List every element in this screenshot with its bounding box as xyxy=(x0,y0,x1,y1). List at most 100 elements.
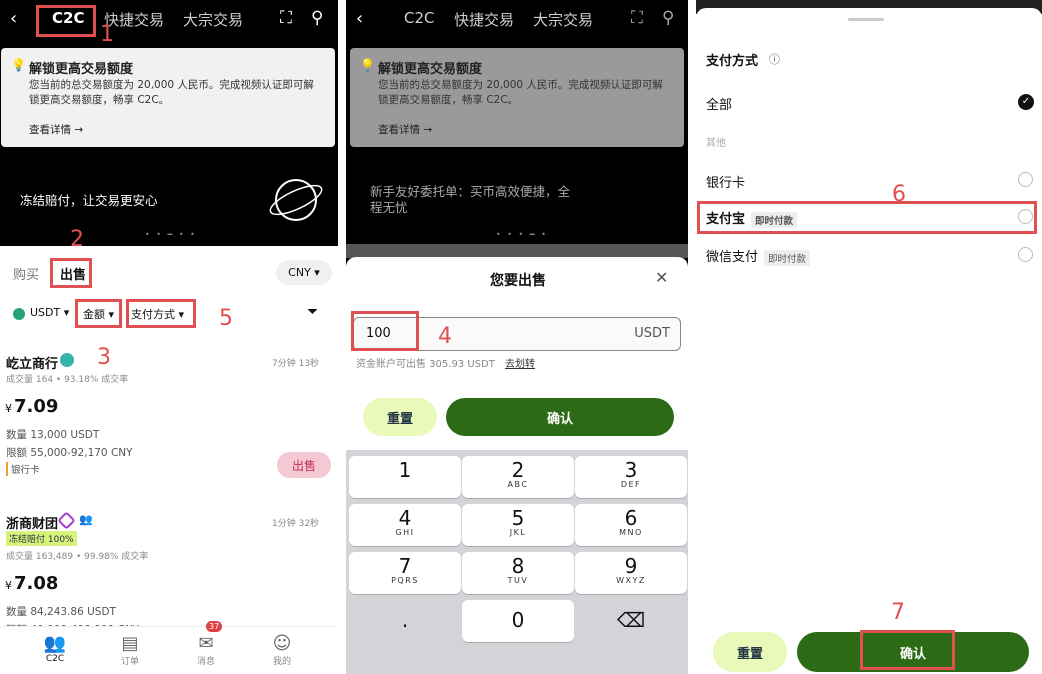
backspace-key[interactable]: ⌫ xyxy=(575,600,687,642)
radio-bank-card[interactable] xyxy=(1018,172,1033,187)
tab-buy[interactable]: 购买 xyxy=(13,264,39,283)
carousel-dots: • • ━ • • xyxy=(145,230,197,239)
highlight-box xyxy=(36,5,96,37)
price-symbol: ¥ xyxy=(5,402,12,415)
coin-filter[interactable]: USDT ▾ xyxy=(30,306,69,319)
people-icon: 👥 xyxy=(43,633,67,654)
search-icon[interactable]: ⚲ xyxy=(662,8,674,28)
nav-c2c[interactable]: 👥 C2C xyxy=(30,633,80,664)
back-icon[interactable]: ‹ xyxy=(356,8,363,29)
merchant-name[interactable]: 屹立商行 xyxy=(6,353,58,372)
divider xyxy=(688,0,696,674)
key-letters: GHI xyxy=(395,528,415,537)
step-number: 7 xyxy=(891,600,905,625)
currency-select[interactable]: CNY ▾ xyxy=(276,260,332,285)
banner-text: 冻结赔付，让交易更安心 xyxy=(20,193,158,208)
freeze-badge: 冻结赔付 100% xyxy=(6,531,77,546)
notice-title: 解锁更高交易额度 xyxy=(378,62,483,77)
key-8[interactable]: 8 TUV xyxy=(462,552,574,594)
drag-handle[interactable] xyxy=(848,18,884,21)
quantity: 数量 84,243.86 USDT xyxy=(6,606,116,618)
key-3[interactable]: 3 DEF xyxy=(575,456,687,498)
numeric-keypad: 1 2 ABC 3 DEF 4 GHI 5 JKL 6 MNO 7 PQRS 8 TUV 9W… xyxy=(346,450,688,674)
c2c-panel: ‹ C2C 快捷交易 大宗交易 ⛶ ⚲ 💡 解锁更高交易额度 您当前的总交易额度… xyxy=(0,0,338,674)
key-letters: MNO xyxy=(619,528,643,537)
highlight-box xyxy=(50,258,92,288)
key-digit: 3 xyxy=(624,458,638,482)
reset-button[interactable]: 重置 xyxy=(713,632,787,672)
key-5[interactable]: 5 JKL xyxy=(462,504,574,546)
carousel-dots: • • • ━ • xyxy=(496,230,548,239)
verified-icon xyxy=(60,353,74,367)
tab-quick-trade[interactable]: 快捷交易 xyxy=(454,9,514,30)
key-letters: DEF xyxy=(620,480,642,489)
option-wechat[interactable]: 微信支付 即时付款 xyxy=(706,246,811,266)
nav-profile[interactable]: ☺ 我的 xyxy=(257,633,307,667)
tab-block-trade[interactable]: 大宗交易 xyxy=(183,9,243,30)
option-bank-card[interactable]: 银行卡 xyxy=(706,172,745,191)
top-nav: ‹ C2C 快捷交易 大宗交易 ⛶ ⚲ xyxy=(346,0,688,38)
nav-orders[interactable]: ▤ 订单 xyxy=(105,633,155,667)
tab-c2c[interactable]: C2C xyxy=(404,9,435,27)
search-icon[interactable]: ⚲ xyxy=(311,8,323,28)
key-digit: 9 xyxy=(624,554,638,578)
close-icon[interactable]: ✕ xyxy=(655,268,668,287)
notice-card[interactable]: 💡 解锁更高交易额度 您当前的总交易额度为 20,000 人民币。完成视频认证即… xyxy=(350,48,684,147)
key-2[interactable]: 2 ABC xyxy=(462,456,574,498)
nav-messages[interactable]: ✉ 消息 xyxy=(181,633,231,667)
highlight-box xyxy=(75,299,122,328)
checkmark-icon[interactable]: ✓ xyxy=(1018,94,1034,110)
key-7[interactable]: 7 PQRS xyxy=(349,552,461,594)
pay-time: 7分钟 13秒 xyxy=(272,359,320,369)
highlight-box xyxy=(697,201,1037,234)
payment-method-panel: 支付方式 ⓘ 全部 ✓ 其他 银行卡 支付宝 即时付款 微信支付 即时付款 重置 确… xyxy=(696,0,1042,674)
step-number: 4 xyxy=(438,324,452,349)
reset-button[interactable]: 重置 xyxy=(363,398,437,436)
price-symbol: ¥ xyxy=(5,579,12,592)
key-letters: WXYZ xyxy=(616,576,646,585)
merchant-badge-icon xyxy=(57,511,76,530)
quantity: 数量 13,000 USDT xyxy=(6,429,100,441)
highlight-box xyxy=(860,630,955,670)
scan-icon[interactable]: ⛶ xyxy=(280,8,292,28)
details-link[interactable]: 查看详情 → xyxy=(378,122,432,137)
key-letters: JKL xyxy=(509,528,527,537)
orders-icon: ▤ xyxy=(121,633,139,654)
key-4[interactable]: 4 GHI xyxy=(349,504,461,546)
message-icon: ✉ xyxy=(198,633,214,654)
scan-icon[interactable]: ⛶ xyxy=(631,8,643,28)
key-digit: 8 xyxy=(511,554,525,578)
planet-icon xyxy=(269,179,323,221)
sell-button[interactable]: 出售 xyxy=(277,452,331,478)
radio-wechat[interactable] xyxy=(1018,247,1033,262)
bottom-nav: 👥 C2C ▤ 订单 ✉ 消息 37 ☺ 我的 xyxy=(0,621,338,674)
confirm-button[interactable]: 确认 xyxy=(446,398,674,436)
notice-card[interactable]: 💡 解锁更高交易额度 您当前的总交易额度为 20,000 人民币。完成视频认证即… xyxy=(1,48,335,147)
step-number: 5 xyxy=(219,306,233,331)
key-1[interactable]: 1 xyxy=(349,456,461,498)
sell-amount-panel: ‹ C2C 快捷交易 大宗交易 ⛶ ⚲ 💡 解锁更高交易额度 您当前的总交易额度… xyxy=(346,0,688,674)
key-0[interactable]: 0 xyxy=(462,600,574,642)
details-link[interactable]: 查看详情 → xyxy=(29,122,83,137)
divider xyxy=(338,0,346,674)
merchant-name[interactable]: 浙商财团 xyxy=(6,513,58,532)
key-dot[interactable]: . xyxy=(349,600,461,642)
key-letters: TUV xyxy=(507,576,529,585)
tab-block-trade[interactable]: 大宗交易 xyxy=(533,9,593,30)
merchant-stats: 成交量 163,489 • 99.98% 成交率 xyxy=(6,552,149,562)
key-digit: 1 xyxy=(398,458,412,482)
option-label: 微信支付 xyxy=(706,250,759,265)
info-icon[interactable]: ⓘ xyxy=(769,51,780,67)
key-9[interactable]: 9 WXYZ xyxy=(575,552,687,594)
user-icon: ☺ xyxy=(272,633,292,654)
filter-icon[interactable]: ⏷ xyxy=(307,304,318,320)
option-all[interactable]: 全部 xyxy=(706,94,732,113)
notice-text: 您当前的总交易额度为 20,000 人民币。完成视频认证即可解锁更高交易额度，畅… xyxy=(378,79,663,106)
transfer-link[interactable]: 去划转 xyxy=(505,355,535,370)
key-6[interactable]: 6 MNO xyxy=(575,504,687,546)
back-icon[interactable]: ‹ xyxy=(10,8,17,29)
key-digit: . xyxy=(401,608,409,632)
highlight-box xyxy=(351,311,419,351)
sheet-title: 支付方式 xyxy=(706,54,759,69)
other-label: 其他 xyxy=(706,138,726,149)
